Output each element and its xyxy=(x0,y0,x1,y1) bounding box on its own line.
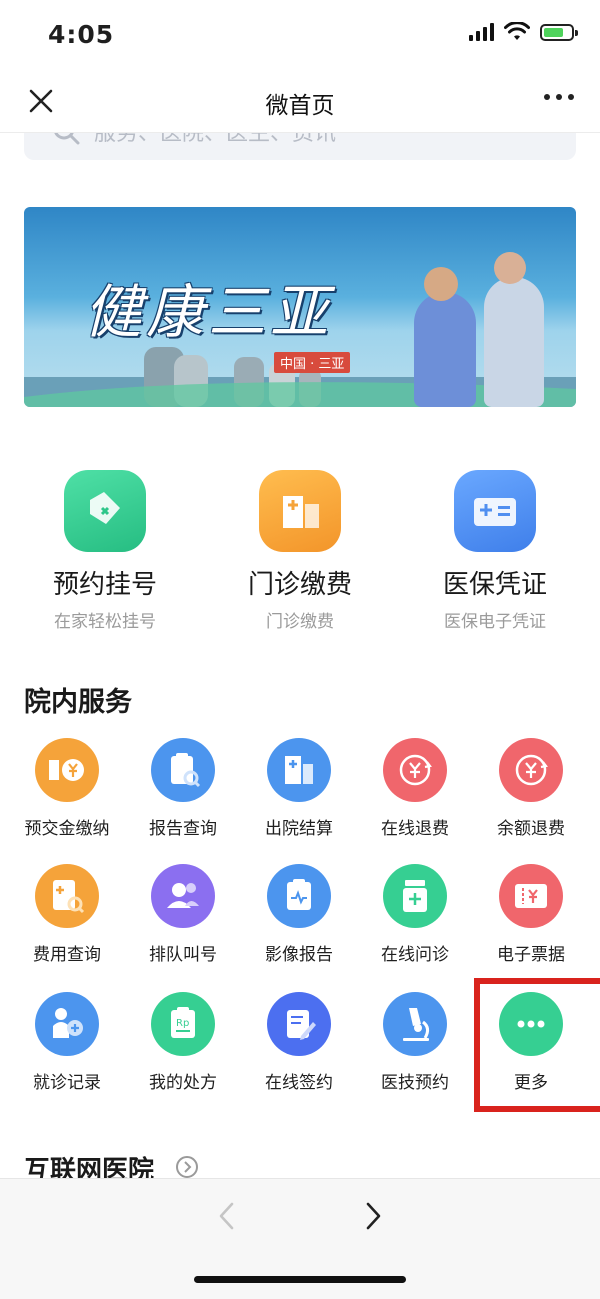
signal-icon xyxy=(469,23,494,41)
visit-record-icon xyxy=(35,992,99,1056)
banner-title: 健康三亚 xyxy=(84,278,333,346)
grid-label: 医技预约 xyxy=(381,1073,449,1093)
hospital-building-icon xyxy=(267,738,331,802)
search-placeholder: 服务、医院、医生、资讯 xyxy=(94,133,337,146)
grid-label: 就诊记录 xyxy=(33,1073,101,1093)
medical-card-icon xyxy=(454,470,536,552)
service-sub: 在家轻松挂号 xyxy=(54,612,156,632)
hospital-icon xyxy=(259,470,341,552)
back-icon[interactable] xyxy=(214,1199,240,1233)
forward-icon[interactable] xyxy=(360,1199,386,1233)
service-label: 预约挂号 xyxy=(52,570,157,600)
more-menu-icon[interactable] xyxy=(544,94,574,100)
grid-label: 预交金缴纳 xyxy=(24,819,110,839)
section-title: 院内服务 xyxy=(24,687,132,718)
runner-man-image xyxy=(414,292,476,407)
wifi-icon xyxy=(504,22,530,40)
grid-item-tech-appointment[interactable]: 医技预约 xyxy=(357,992,473,1093)
prepay-icon xyxy=(35,738,99,802)
highlight-box xyxy=(474,978,600,1112)
grid-label: 排队叫号 xyxy=(149,945,217,965)
microscope-icon xyxy=(383,992,447,1056)
service-label: 门诊缴费 xyxy=(247,570,352,600)
runner-man-head xyxy=(424,267,458,301)
grid-label: 在线退费 xyxy=(381,819,449,839)
grid-label: 报告查询 xyxy=(149,819,217,839)
status-time: 4:05 xyxy=(48,20,115,49)
page-title: 微首页 xyxy=(265,93,335,119)
refund-icon xyxy=(383,738,447,802)
runner-woman-image xyxy=(484,277,544,407)
sign-icon xyxy=(267,992,331,1056)
grid-item-imaging[interactable]: 影像报告 xyxy=(241,864,357,965)
grid-label: 在线问诊 xyxy=(381,945,449,965)
grid-item-prepay[interactable]: 预交金缴纳 xyxy=(9,738,125,839)
search-input[interactable]: 服务、医院、医生、资讯 xyxy=(24,133,576,160)
medicine-bottle-icon xyxy=(383,864,447,928)
nav-bar: 微首页 xyxy=(0,70,600,133)
imaging-report-icon xyxy=(267,864,331,928)
banner[interactable]: 健康三亚 中国 · 三亚 xyxy=(24,207,576,407)
grid-item-queue[interactable]: 排队叫号 xyxy=(125,864,241,965)
grid-label: 余额退费 xyxy=(497,819,565,839)
grid-label: 出院结算 xyxy=(265,819,333,839)
report-search-icon xyxy=(151,738,215,802)
banner-subtitle: 中国 · 三亚 xyxy=(274,352,351,373)
service-appointment[interactable]: 预约挂号 在家轻松挂号 xyxy=(15,470,195,632)
grid-label: 我的处方 xyxy=(149,1073,217,1093)
e-ticket-icon xyxy=(499,864,563,928)
tag-icon xyxy=(64,470,146,552)
grid-label: 影像报告 xyxy=(265,945,333,965)
prescription-icon: Rp xyxy=(151,992,215,1056)
service-outpatient-pay[interactable]: 门诊缴费 门诊缴费 xyxy=(210,470,390,632)
service-sub: 医保电子凭证 xyxy=(444,612,546,632)
grid-label: 电子票据 xyxy=(497,945,565,965)
grid-label: 在线签约 xyxy=(265,1073,333,1093)
status-bar: 4:05 xyxy=(0,0,600,70)
grid-label: 费用查询 xyxy=(33,945,101,965)
balance-refund-icon xyxy=(499,738,563,802)
home-indicator[interactable] xyxy=(194,1276,406,1283)
grid-item-balance-refund[interactable]: 余额退费 xyxy=(473,738,589,839)
grid-item-visit-record[interactable]: 就诊记录 xyxy=(9,992,125,1093)
service-sub: 门诊缴费 xyxy=(266,612,334,632)
grid-item-report-search[interactable]: 报告查询 xyxy=(125,738,241,839)
grid-item-discharge[interactable]: 出院结算 xyxy=(241,738,357,839)
runner-woman-head xyxy=(494,252,526,284)
service-label: 医保凭证 xyxy=(442,570,547,600)
queue-icon xyxy=(151,864,215,928)
grid-item-online-sign[interactable]: 在线签约 xyxy=(241,992,357,1093)
main-services: 预约挂号 在家轻松挂号 门诊缴费 门诊缴费 医保凭证 医保电子凭证 xyxy=(0,470,600,632)
grid-item-online-refund[interactable]: 在线退费 xyxy=(357,738,473,839)
fee-search-icon xyxy=(35,864,99,928)
battery-icon xyxy=(540,23,578,41)
chevron-right-icon[interactable] xyxy=(176,1156,198,1178)
grid-item-online-consult[interactable]: 在线问诊 xyxy=(357,864,473,965)
svg-text:Rp: Rp xyxy=(176,1018,189,1029)
service-insurance-card[interactable]: 医保凭证 医保电子凭证 xyxy=(405,470,585,632)
search-icon xyxy=(54,133,80,145)
grid-item-e-ticket[interactable]: 电子票据 xyxy=(473,864,589,965)
grid-item-prescription[interactable]: Rp 我的处方 xyxy=(125,992,241,1093)
grid-item-fee-search[interactable]: 费用查询 xyxy=(9,864,125,965)
